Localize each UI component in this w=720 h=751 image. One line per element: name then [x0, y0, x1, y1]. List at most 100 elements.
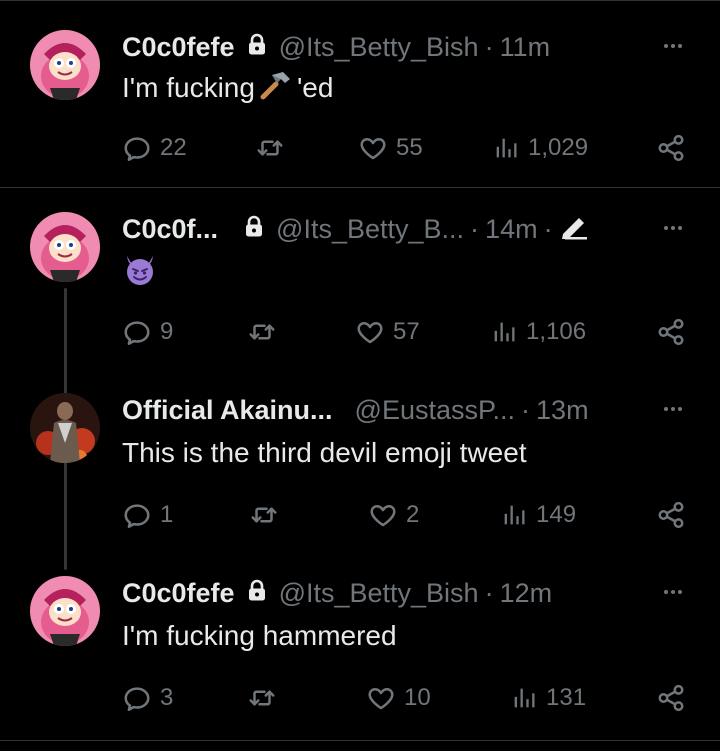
tweet-header: C0c0f... @Its_Betty_B... · 14m ·	[122, 212, 589, 246]
tweet-text	[122, 254, 158, 290]
tweet-actions: 9 57 1,106	[0, 315, 720, 349]
views-button[interactable]: 131	[510, 681, 586, 715]
divider	[0, 0, 720, 1]
like-button[interactable]: 10	[366, 681, 431, 715]
divider	[0, 740, 720, 741]
reply-button[interactable]: 1	[122, 498, 173, 532]
like-button[interactable]: 2	[368, 498, 419, 532]
retweet-button[interactable]	[254, 131, 294, 165]
reply-button[interactable]: 22	[122, 131, 187, 165]
tweet-text: This is the third devil emoji tweet	[122, 435, 527, 471]
views-count: 131	[546, 684, 587, 711]
tweet[interactable]: C0c0f... @Its_Betty_B... · 14m · 9 57 1,…	[0, 212, 720, 570]
more-icon[interactable]	[658, 34, 688, 63]
heart-icon	[360, 138, 386, 160]
like-count: 10	[404, 684, 431, 711]
like-button[interactable]: 55	[358, 131, 423, 165]
tweet-text-content: I'm fucking hammered	[122, 620, 397, 651]
tweet-actions: 3 10 131	[0, 681, 720, 715]
reply-icon	[124, 137, 150, 161]
retweet-icon	[257, 140, 283, 156]
share-button[interactable]	[656, 131, 686, 165]
username[interactable]: @Its_Betty_Bish	[279, 578, 479, 609]
share-icon	[658, 134, 684, 162]
tweet[interactable]: C0c0fefe @Its_Betty_Bish · 11m I'm fucki…	[0, 30, 720, 190]
avatar[interactable]	[30, 30, 100, 100]
avatar[interactable]	[30, 576, 100, 646]
separator: ·	[470, 213, 480, 244]
timestamp[interactable]: 11m	[500, 32, 551, 63]
retweet-icon	[251, 507, 277, 523]
separator: ·	[484, 577, 494, 608]
more-icon[interactable]	[658, 397, 688, 426]
display-name[interactable]: C0c0f...	[122, 214, 218, 245]
views-button[interactable]: 149	[500, 498, 576, 532]
display-name[interactable]: Official Akainu...	[122, 395, 333, 426]
more-icon[interactable]	[658, 580, 688, 609]
retweet-button[interactable]	[246, 315, 286, 349]
share-icon	[658, 318, 684, 346]
username[interactable]: @Its_Betty_B...	[276, 214, 464, 245]
reply-count: 3	[160, 684, 174, 711]
share-button[interactable]	[656, 498, 686, 532]
reply-count: 22	[160, 134, 187, 161]
views-button[interactable]: 1,106	[490, 315, 586, 349]
like-button[interactable]: 57	[355, 315, 420, 349]
tweet-actions: 22 55 1,029	[0, 131, 720, 165]
display-name[interactable]: C0c0fefe	[122, 578, 235, 609]
timestamp[interactable]: 12m	[500, 578, 553, 609]
avatar[interactable]	[30, 212, 100, 282]
tweet[interactable]: Official Akainu... @EustassP... · 13m Th…	[0, 393, 720, 543]
tweet[interactable]: C0c0fefe @Its_Betty_Bish · 12m I'm fucki…	[0, 576, 720, 726]
tweet-text-content: This is the third devil emoji tweet	[122, 437, 527, 468]
retweet-icon	[249, 324, 275, 340]
display-name[interactable]: C0c0fefe	[122, 32, 235, 63]
reply-icon	[124, 687, 150, 711]
tweet-text-part: 'ed	[296, 72, 334, 103]
views-icon	[514, 688, 535, 708]
like-count: 2	[406, 501, 420, 528]
like-count: 57	[393, 318, 420, 345]
avatar[interactable]	[30, 393, 100, 463]
reply-button[interactable]: 9	[122, 315, 173, 349]
tweet-actions: 1 2 149	[0, 498, 720, 532]
views-count: 1,029	[528, 134, 589, 161]
views-icon	[496, 138, 517, 158]
like-count: 55	[396, 134, 423, 161]
share-icon	[658, 684, 684, 712]
username[interactable]: @Its_Betty_Bish	[279, 32, 479, 63]
reply-icon	[124, 321, 150, 345]
views-button[interactable]: 1,029	[492, 131, 588, 165]
share-icon	[658, 501, 684, 529]
tweet-header: Official Akainu... @EustassP... · 13m	[122, 393, 589, 427]
separator: ·	[521, 394, 531, 425]
pencil-edit-icon[interactable]	[559, 212, 589, 247]
heart-icon	[357, 322, 383, 344]
views-icon	[504, 505, 525, 525]
lock-icon	[242, 214, 266, 245]
divider	[0, 187, 720, 188]
views-count: 149	[536, 501, 577, 528]
tweet-header: C0c0fefe @Its_Betty_Bish · 12m	[122, 576, 552, 610]
tweet-text-part: I'm fucking	[122, 72, 255, 103]
separator: ·	[484, 31, 494, 62]
tweet-text: I'm fucking hammered	[122, 618, 397, 654]
more-icon[interactable]	[658, 216, 688, 245]
username[interactable]: @EustassP...	[355, 395, 515, 426]
separator: ·	[543, 213, 553, 244]
lock-icon	[245, 578, 269, 609]
timestamp[interactable]: 13m	[536, 395, 589, 426]
timestamp[interactable]: 14m	[485, 214, 538, 245]
share-button[interactable]	[656, 315, 686, 349]
retweet-button[interactable]	[246, 681, 286, 715]
smiling-devil-emoji	[122, 252, 158, 293]
retweet-icon	[249, 690, 275, 706]
lock-icon	[245, 32, 269, 63]
timeline: C0c0fefe @Its_Betty_Bish · 11m I'm fucki…	[0, 0, 720, 751]
views-count: 1,106	[526, 318, 587, 345]
retweet-button[interactable]	[248, 498, 288, 532]
hammer-emoji	[259, 70, 293, 107]
reply-button[interactable]: 3	[122, 681, 173, 715]
share-button[interactable]	[656, 681, 686, 715]
reply-count: 9	[160, 318, 174, 345]
